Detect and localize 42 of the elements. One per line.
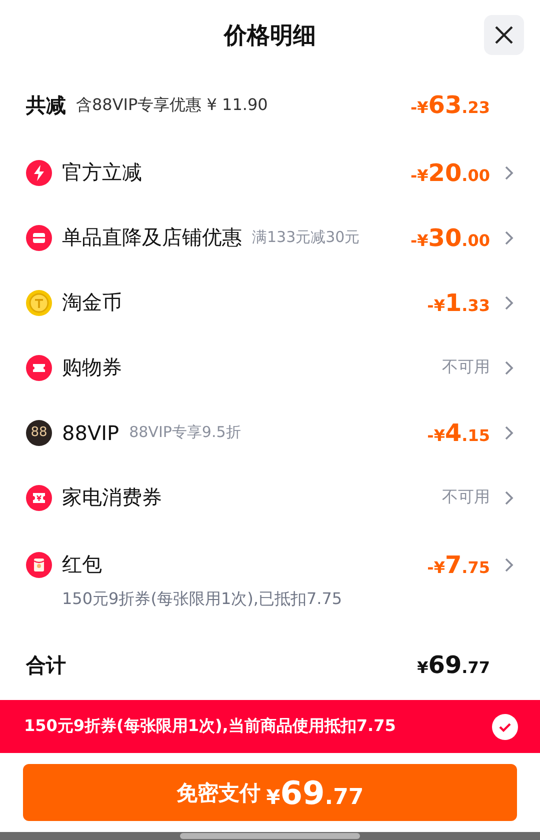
close-button[interactable] xyxy=(484,15,524,55)
discount-note: 满133元减30元 xyxy=(252,228,360,247)
check-icon[interactable] xyxy=(492,714,518,740)
total-label: 合计 xyxy=(26,652,66,678)
price: -¥1.33 xyxy=(427,288,490,316)
close-icon xyxy=(494,25,514,45)
chevron-right-icon xyxy=(504,294,514,310)
discount-label: 88VIP xyxy=(62,420,120,444)
discount-label: 淘金币 xyxy=(62,289,122,316)
discount-label: 家电消费券 xyxy=(62,484,162,511)
coin-icon xyxy=(26,290,52,316)
chevron-right-icon xyxy=(504,230,514,246)
voucher-icon xyxy=(26,484,52,510)
discount-note: 88VIP专享9.5折 xyxy=(129,423,241,442)
status-text: 不可用 xyxy=(442,487,490,508)
chevron-right-icon xyxy=(504,424,514,440)
ticket-icon xyxy=(26,354,52,380)
price: -¥63.23 xyxy=(410,91,490,119)
price: -¥4.15 xyxy=(427,418,490,446)
vip-badge-icon: 88 xyxy=(26,420,52,446)
bolt-icon xyxy=(26,160,52,186)
chevron-right-icon xyxy=(504,360,514,376)
chevron-right-icon xyxy=(504,164,514,180)
discount-label: 红包 xyxy=(62,551,102,578)
summary-note: 含88VIP专享优惠 ¥ 11.90 xyxy=(76,94,268,116)
discount-detail: 150元9折券(每张限用1次),已抵扣7.75 xyxy=(61,588,344,610)
banner-text: 150元9折券(每张限用1次),当前商品使用抵扣7.75 xyxy=(24,716,397,737)
discount-label: 官方立减 xyxy=(62,159,142,186)
sheet-title: 价格明细 xyxy=(224,22,316,50)
discount-label: 购物券 xyxy=(62,354,122,381)
chevron-right-icon xyxy=(504,490,514,506)
price: -¥30.00 xyxy=(410,224,490,252)
pay-button[interactable]: 免密支付 ¥69.77 xyxy=(23,764,517,821)
redpacket-icon xyxy=(26,552,52,578)
store-icon xyxy=(26,224,52,250)
chevron-right-icon xyxy=(504,556,514,572)
price: -¥7.75 xyxy=(427,550,490,578)
discount-label: 单品直降及店铺优惠 xyxy=(62,224,242,251)
summary-label: 共减 xyxy=(26,92,66,118)
price: ¥69.77 xyxy=(417,651,490,679)
price: -¥20.00 xyxy=(410,158,490,186)
status-text: 不可用 xyxy=(442,357,490,378)
